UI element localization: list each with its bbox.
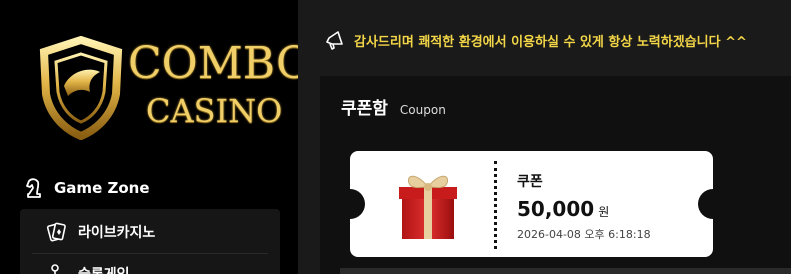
coupon-panel: 쿠폰함 Coupon 쿠폰 50,000 원 2026-04-08 오후 6:1…	[320, 76, 791, 274]
cards-icon	[46, 222, 66, 242]
notice-text: 감사드리며 쾌적한 환경에서 이용하실 수 있게 항상 노력하겠습니다 ^^	[354, 34, 747, 50]
sidebar: COMBO CASINO Game Zone 라이브카지노 슬롯게임	[0, 0, 312, 274]
megaphone-icon	[326, 31, 343, 50]
main-content: 감사드리며 쾌적한 환경에서 이용하실 수 있게 항상 노력하겠습니다 ^^ 쿠…	[298, 0, 791, 274]
ticket-amount-value: 50,000	[517, 197, 595, 221]
ticket-perforation	[494, 161, 497, 249]
slot-icon	[51, 264, 59, 274]
ticket-notch-right	[698, 189, 713, 219]
sidebar-item-live-casino[interactable]: 라이브카지노	[46, 221, 155, 243]
gift-box-icon	[399, 175, 457, 239]
coupon-ticket[interactable]: 쿠폰 50,000 원 2026-04-08 오후 6:18:18	[350, 151, 713, 257]
sidebar-item-label: 라이브카지노	[78, 225, 156, 241]
ticket-date: 2026-04-08 오후 6:18:18	[517, 228, 651, 241]
game-menu: 라이브카지노 슬롯게임	[20, 209, 280, 274]
ticket-info: 쿠폰 50,000 원 2026-04-08 오후 6:18:18	[517, 171, 651, 242]
shield-logo-icon	[39, 36, 123, 140]
section-title-label: Game Zone	[54, 179, 150, 197]
chess-knight-icon	[26, 178, 41, 198]
coupon-heading-en: Coupon	[399, 103, 446, 117]
ticket-title: 쿠폰	[517, 174, 543, 190]
menu-divider	[32, 253, 268, 254]
brand-name-casino: CASINO	[146, 92, 283, 130]
notice-bar: 감사드리며 쾌적한 환경에서 이용하실 수 있게 항상 노력하겠습니다 ^^	[324, 30, 747, 50]
next-ticket-edge	[340, 268, 791, 274]
brand-name-combo: COMBO	[128, 38, 313, 89]
ticket-notch-left	[350, 189, 365, 219]
coupon-heading-ko: 쿠폰함	[341, 99, 388, 119]
ticket-amount: 50,000 원	[517, 197, 651, 221]
ticket-amount-unit: 원	[598, 205, 610, 219]
game-zone-title: Game Zone	[24, 177, 150, 199]
coupon-heading: 쿠폰함 Coupon	[341, 94, 446, 119]
sidebar-item-label: 슬롯게임	[78, 264, 130, 274]
sidebar-item-slot[interactable]: 슬롯게임	[46, 263, 130, 274]
brand-logo[interactable]: COMBO CASINO	[36, 36, 312, 140]
